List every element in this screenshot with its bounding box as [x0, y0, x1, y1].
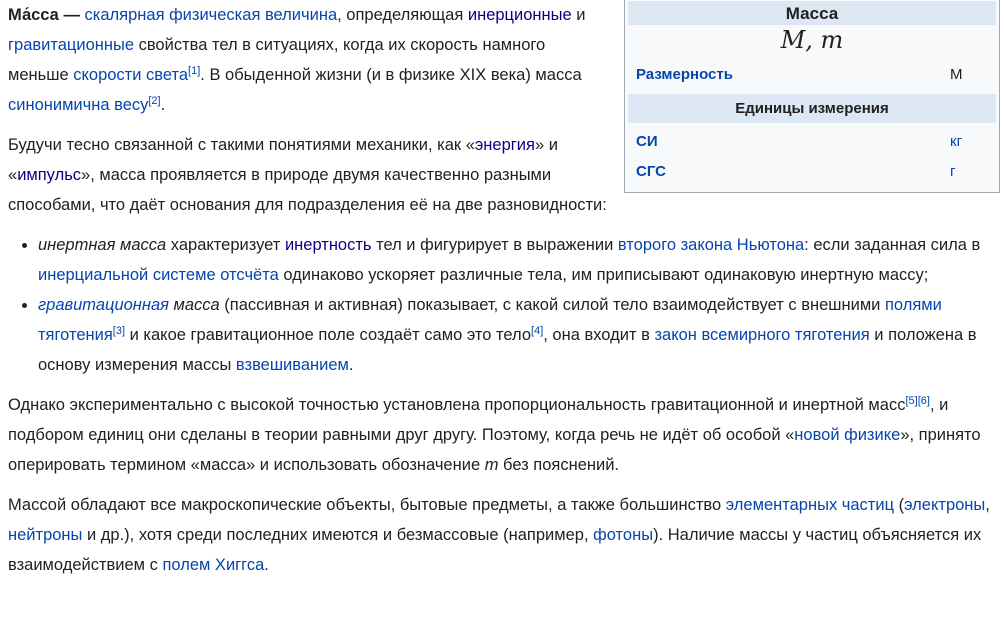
link-electrons[interactable]: электроны: [904, 496, 985, 514]
mass-kinds-list: инертная масса характеризует инертность …: [8, 230, 1002, 380]
si-label[interactable]: СИ: [636, 132, 658, 152]
text: (: [894, 496, 905, 514]
text: », масса проявляется в природе двумя кач…: [8, 166, 607, 214]
units-header: Единицы измерения: [628, 93, 996, 124]
ref-4[interactable]: [4]: [531, 325, 543, 337]
link-neutrons[interactable]: нейтроны: [8, 526, 82, 544]
paragraph-equivalence: Однако экспериментально с высокой точнос…: [8, 390, 1002, 480]
article-term: Ма́сса: [8, 6, 59, 24]
link-higgs-field[interactable]: полем Хиггса: [162, 556, 264, 574]
link-newton-second-law[interactable]: второго закона Ньютона: [618, 236, 804, 254]
infobox-title: Масса: [628, 1, 996, 26]
link-scalar-quantity[interactable]: скалярная физическая величина: [85, 6, 338, 24]
text: и какое гравитационное поле создаёт само…: [125, 326, 532, 344]
em-mass: масса: [168, 296, 220, 314]
text: Однако экспериментально с высокой точнос…: [8, 396, 906, 414]
text: характеризует: [166, 236, 285, 254]
article-content: Масса M, m Размерность M Единицы измерен…: [8, 0, 1002, 580]
text: : если заданная сила в: [804, 236, 981, 254]
si-value-link[interactable]: кг: [950, 132, 990, 152]
link-momentum[interactable]: импульс: [17, 166, 81, 184]
link-gravitational[interactable]: гравитационные: [8, 36, 134, 54]
ref-5[interactable]: [5]: [905, 395, 917, 407]
dimension-value: M: [950, 66, 963, 84]
link-inertial-frame[interactable]: инерциальной системе отсчёта: [38, 266, 279, 284]
em-m: m: [484, 456, 499, 474]
infobox-formula: M, m: [780, 26, 844, 55]
text: и др.), хотя среди последних имеются и б…: [82, 526, 594, 544]
link-photons[interactable]: фотоны: [593, 526, 653, 544]
em-gravitational: гравитационная: [38, 296, 169, 314]
text: ,: [985, 496, 990, 514]
text: , определяющая: [337, 6, 468, 24]
text: .: [264, 556, 269, 574]
text: . В обыденной жизни (и в физике XIX века…: [200, 66, 582, 84]
text: одинаково ускоряет различные тела, им пр…: [278, 266, 929, 284]
text: .: [348, 356, 354, 374]
text: Будучи тесно связанной с такими понятиям…: [8, 136, 475, 154]
text: Массой обладают все макроскопические объ…: [8, 496, 726, 514]
dimension-label[interactable]: Размерность: [636, 65, 733, 85]
ref-6[interactable]: [6]: [918, 395, 930, 407]
ref-2[interactable]: [2]: [148, 95, 160, 107]
link-energy[interactable]: энергия: [475, 136, 535, 154]
list-item-inertial-mass: инертная масса характеризует инертность …: [38, 230, 1002, 290]
text: и: [571, 6, 586, 24]
cgs-label[interactable]: СГС: [636, 162, 666, 182]
link-gravitational-mass[interactable]: гравитационная: [38, 296, 169, 314]
link-universal-gravitation[interactable]: закон всемирного тяготения: [654, 326, 869, 344]
text: (пассивная и активная) показывает, с как…: [219, 296, 885, 314]
link-inertial[interactable]: инерционные: [468, 6, 572, 24]
infobox-row-dimension: Размерность M: [628, 60, 996, 90]
link-new-physics[interactable]: новой физике: [794, 426, 900, 444]
link-speed-of-light[interactable]: скорости света: [73, 66, 188, 84]
text: тел и фигурирует в выражении: [371, 236, 618, 254]
link-synonymous-weight[interactable]: синонимична весу: [8, 96, 148, 114]
text: .: [160, 96, 166, 114]
ref-1[interactable]: [1]: [188, 65, 200, 77]
link-elementary-particles[interactable]: элементарных частиц: [726, 496, 894, 514]
infobox-row-cgs: СГС г: [628, 157, 996, 187]
link-inertia[interactable]: инертность: [285, 236, 372, 254]
text: , она входит в: [543, 326, 655, 344]
cgs-value-link[interactable]: г: [950, 162, 990, 182]
em-inertial-mass: инертная масса: [38, 236, 167, 254]
paragraph-particles: Массой обладают все макроскопические объ…: [8, 490, 1002, 580]
list-item-gravitational-mass: гравитационная масса (пассивная и активн…: [38, 290, 1002, 380]
infobox: Масса M, m Размерность M Единицы измерен…: [624, 0, 1000, 194]
link-weighing[interactable]: взвешиванием: [236, 356, 349, 374]
ref-3[interactable]: [3]: [113, 325, 125, 337]
term-dash: —: [58, 6, 85, 24]
text: без пояснений.: [498, 456, 619, 474]
infobox-row-si: СИ кг: [628, 127, 996, 157]
